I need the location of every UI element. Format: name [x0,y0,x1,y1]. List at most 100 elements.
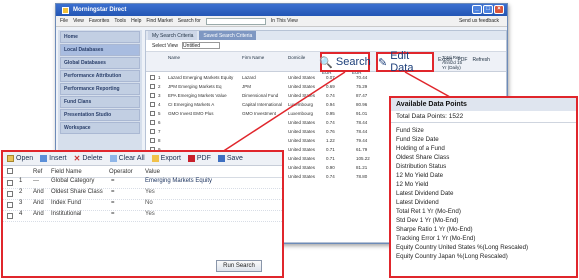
criteria-field[interactable]: Oldest Share Class [51,189,103,195]
criteria-operator[interactable]: = [111,189,115,195]
column-firm[interactable]: Firm Name [242,55,264,60]
criteria-checkbox[interactable] [7,202,13,208]
sidebar-item-presentation-studio[interactable]: Presentation Studio [60,109,140,121]
table-row[interactable]: 7 United States 0.76 78.44 [146,127,406,136]
data-point-item[interactable]: Distribution Status [396,162,571,171]
criteria-checkbox[interactable] [7,180,13,186]
criteria-row[interactable]: 1 --- Global Category = Emerging Markets Equ… [3,178,282,189]
feedback-link[interactable]: Send us feedback [459,18,499,24]
table-row[interactable]: 8 United States 1.22 79.44 [146,136,406,145]
table-row[interactable]: 2 JPM Emerging Markets Eq JPM United States… [146,82,406,91]
menu-file[interactable]: File [60,18,68,24]
row-checkbox[interactable] [150,93,155,98]
criteria-export-button[interactable]: Export [151,155,181,162]
criteria-operator[interactable]: = [111,200,115,206]
menu-help[interactable]: Help [131,18,141,24]
data-point-item[interactable]: Tracking Error 1 Yr (Mo-End) [396,234,571,243]
column-domicile[interactable]: Domicile [288,55,310,60]
in-this-view-select[interactable]: In This View [271,18,298,24]
row-checkbox[interactable] [150,75,155,80]
criteria-row[interactable]: 4 And Institutional = Yes [3,211,282,222]
tab-my-search-criteria[interactable]: My Search Criteria [148,31,198,40]
search-for-input[interactable] [205,17,266,25]
select-view-dropdown[interactable]: Untitled [182,42,221,49]
row-checkbox[interactable] [150,120,155,125]
data-point-item[interactable]: Equity Country United States %(Long Resc… [396,243,571,252]
menu-view[interactable]: View [73,18,84,24]
criteria-field[interactable]: Institutional [51,211,81,217]
data-point-item[interactable]: Fund Size [396,126,571,135]
column-name[interactable]: Name [168,55,180,60]
sidebar-item-global-databases[interactable]: Global Databases [60,57,140,69]
criteria-value[interactable]: No [145,200,153,206]
minimize-button[interactable]: _ [472,5,482,14]
row-checkbox[interactable] [150,129,155,134]
sidebar-item-local-databases[interactable]: Local Databases [60,44,140,56]
criteria-join[interactable]: And [33,211,44,217]
tab-saved-search-criteria[interactable]: Saved Search Criteria [199,31,257,40]
data-point-item[interactable]: Latest Dividend [396,198,571,207]
select-all-checkbox[interactable] [7,168,13,174]
criteria-operator[interactable]: = [111,211,115,217]
data-point-item[interactable]: Std Dev 1 Yr (Mo-End) [396,216,571,225]
open-label: Open [16,155,34,162]
criteria-join[interactable]: And [33,189,44,195]
pdf-button[interactable]: PDF [457,57,467,63]
criteria-ref: 1 [19,178,23,184]
row-domicile: United States [288,156,316,161]
sidebar-item-fund-clans[interactable]: Fund Clans [60,96,140,108]
criteria-operator[interactable]: = [111,178,115,184]
sidebar-item-performance-attribution[interactable]: Performance Attribution [60,70,140,82]
criteria-row[interactable]: 3 And Index Fund = No [3,200,282,211]
sidebar-item-performance-reporting[interactable]: Performance Reporting [60,83,140,95]
row-checkbox[interactable] [150,102,155,107]
criteria-pdf-button[interactable]: PDF [187,155,211,162]
search-button[interactable]: 🔍 Search [319,52,371,72]
menu-favorites[interactable]: Favorites [89,18,110,24]
criteria-field[interactable]: Global Category [51,178,94,184]
row-checkbox[interactable] [150,111,155,116]
save-button[interactable]: Save [217,155,243,162]
criteria-row[interactable]: 2 And Oldest Share Class = Yes [3,189,282,200]
criteria-checkbox[interactable] [7,191,13,197]
criteria-field[interactable]: Index Fund [51,200,81,206]
clear-all-button[interactable]: Clear All [109,155,145,162]
data-point-item[interactable]: Latest Dividend Date [396,189,571,198]
table-row[interactable]: 6 United States 0.74 78.44 [146,118,406,127]
row-checkbox[interactable] [150,138,155,143]
criteria-checkbox[interactable] [7,213,13,219]
data-point-item[interactable]: Oldest Share Class [396,153,571,162]
run-search-button[interactable]: Run Search [216,260,262,272]
data-point-item[interactable]: 12 Mo Yield [396,180,571,189]
table-row[interactable]: 5 GMO Invest EMO Plus GMO Investment Luxemb… [146,109,406,118]
refresh-button[interactable]: Refresh [472,57,490,63]
insert-button[interactable]: Insert [40,155,67,162]
row-checkbox[interactable] [150,84,155,89]
edit-data-button[interactable]: ✎ Edit Data [376,50,434,74]
data-point-item[interactable]: 12 Mo Yield Date [396,171,571,180]
export-button[interactable]: Export [438,57,452,63]
criteria-join[interactable]: And [33,200,44,206]
data-point-item[interactable]: Total Ret 1 Yr (Mo-End) [396,207,571,216]
data-point-item[interactable]: Holding of a Fund [396,144,571,153]
criteria-value[interactable]: Yes [145,211,155,217]
row-value-b: 78.44 [356,129,368,134]
maximize-button[interactable]: □ [483,5,493,14]
open-button[interactable]: Open [7,155,33,162]
data-point-item[interactable]: Fund Size Date [396,135,571,144]
close-button[interactable]: × [494,5,504,14]
data-point-item[interactable]: Equity Country Japan %(Long Rescaled) [396,252,571,261]
table-row[interactable]: 3 EPA Emerging Markets Value Dimensional F… [146,91,406,100]
table-row[interactable]: 4 CI Emerging Markets A Capital Internatio… [146,100,406,109]
criteria-join[interactable]: --- [33,178,39,184]
criteria-value[interactable]: Yes [145,189,155,195]
criteria-value[interactable]: Emerging Markets Equity [145,178,212,184]
sidebar-item-home[interactable]: Home [60,31,140,43]
find-market-button[interactable]: Find Market [146,18,172,24]
sidebar-item-workspace[interactable]: Workspace [60,122,140,134]
export-icon [151,155,159,162]
table-row[interactable]: 1 Lazard Emerging Markets Equity Lazard Uni… [146,73,406,82]
menu-tools[interactable]: Tools [114,18,126,24]
delete-button[interactable]: ✕ Delete [74,154,103,163]
data-point-item[interactable]: Sharpe Ratio 1 Yr (Mo-End) [396,225,571,234]
